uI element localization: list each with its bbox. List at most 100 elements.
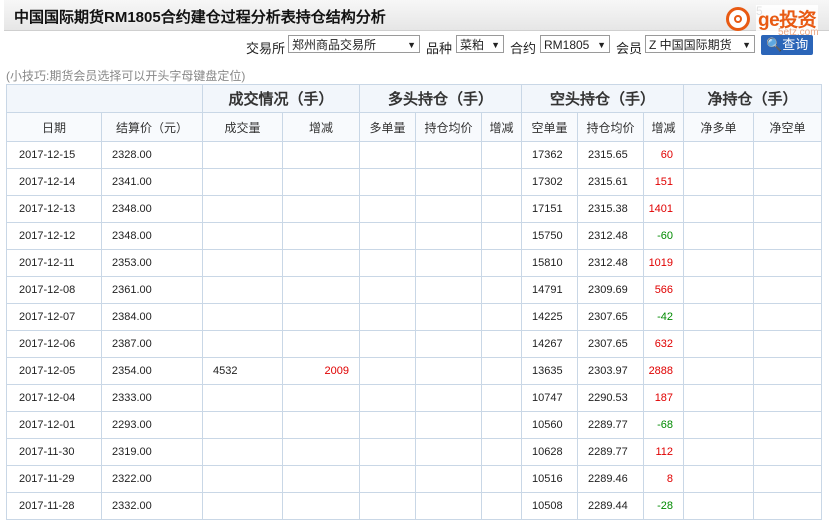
price-cell: 2361.00 [101, 276, 203, 304]
short-cell: 10516 [521, 465, 579, 493]
short-avg-cell: 2315.38 [577, 195, 645, 223]
short-avg-cell: 2290.53 [577, 384, 645, 412]
long-cell [359, 276, 417, 304]
tip-text: (小技巧:期货会员选择可以开头字母键盘定位) [6, 69, 246, 83]
volume-cell [202, 168, 283, 196]
net-short-cell [753, 303, 823, 331]
volume-change-cell [281, 465, 361, 493]
volume-change-cell [281, 276, 361, 304]
col-header-net-short: 净空单 [753, 112, 823, 142]
short-cell: 10508 [521, 492, 579, 520]
chevron-down-icon: ▼ [597, 40, 606, 50]
table-row: 2017-11-30 2319.00 10628 2289.77 112 [6, 438, 823, 466]
variety-select-value: 菜粕 [460, 38, 485, 52]
net-long-cell [683, 438, 755, 466]
net-long-cell [683, 222, 755, 250]
short-cell: 10628 [521, 438, 579, 466]
search-icon: 🔍 [766, 37, 783, 52]
long-change-cell [481, 492, 523, 520]
short-avg-cell: 2309.69 [577, 276, 645, 304]
short-change-cell: 566 [643, 276, 685, 304]
net-short-cell [753, 384, 823, 412]
volume-cell [202, 276, 283, 304]
contract-select[interactable]: RM1805 ▼ [540, 35, 610, 53]
long-cell [359, 168, 417, 196]
short-cell: 17151 [521, 195, 579, 223]
col-header-net-long: 净多单 [683, 112, 755, 142]
net-short-cell [753, 357, 823, 385]
volume-cell [202, 330, 283, 358]
price-cell: 2348.00 [101, 222, 203, 250]
volume-cell [202, 465, 283, 493]
date-cell: 2017-11-30 [6, 438, 102, 466]
site-logo[interactable]: ge投资 5etz.com [724, 4, 829, 38]
query-button[interactable]: 🔍查询 [761, 35, 813, 55]
price-cell: 2341.00 [101, 168, 203, 196]
long-cell [359, 357, 417, 385]
short-change-cell: 112 [643, 438, 685, 466]
short-change-cell: 2888 [643, 357, 685, 385]
group-header-short: 空头持仓（手） [521, 84, 685, 113]
table-row: 2017-11-29 2322.00 10516 2289.46 8 [6, 465, 823, 493]
exchange-select[interactable]: 郑州商品交易所 ▼ [288, 35, 420, 53]
short-change-cell: -68 [643, 411, 685, 439]
long-avg-cell [415, 249, 483, 277]
long-change-cell [481, 330, 523, 358]
long-cell [359, 465, 417, 493]
short-cell: 17362 [521, 141, 579, 169]
long-change-cell [481, 195, 523, 223]
table-row: 2017-11-28 2332.00 10508 2289.44 -28 [6, 492, 823, 520]
net-long-cell [683, 384, 755, 412]
date-cell: 2017-12-12 [6, 222, 102, 250]
short-cell: 15750 [521, 222, 579, 250]
long-avg-cell [415, 357, 483, 385]
date-cell: 2017-12-14 [6, 168, 102, 196]
volume-change-cell [281, 195, 361, 223]
date-cell: 2017-11-29 [6, 465, 102, 493]
volume-cell [202, 384, 283, 412]
net-short-cell [753, 276, 823, 304]
volume-cell [202, 303, 283, 331]
volume-change-cell [281, 438, 361, 466]
short-cell: 10560 [521, 411, 579, 439]
date-cell: 2017-12-08 [6, 276, 102, 304]
date-cell: 2017-12-05 [6, 357, 102, 385]
long-avg-cell [415, 411, 483, 439]
price-cell: 2333.00 [101, 384, 203, 412]
long-avg-cell [415, 330, 483, 358]
long-cell [359, 492, 417, 520]
table-row: 2017-12-05 2354.00 4532 2009 13635 2303.97 288… [6, 357, 823, 385]
volume-change-cell [281, 141, 361, 169]
chevron-down-icon: ▼ [491, 40, 500, 50]
short-avg-cell: 2312.48 [577, 249, 645, 277]
long-cell [359, 438, 417, 466]
short-avg-cell: 2289.77 [577, 438, 645, 466]
date-cell: 2017-11-28 [6, 492, 102, 520]
variety-select[interactable]: 菜粕 ▼ [456, 35, 504, 53]
date-cell: 2017-12-13 [6, 195, 102, 223]
long-cell [359, 195, 417, 223]
member-select[interactable]: Z 中国国际期货 ▼ [645, 35, 755, 53]
net-long-cell [683, 249, 755, 277]
table-row: 2017-12-08 2361.00 14791 2309.69 566 [6, 276, 823, 304]
short-avg-cell: 2307.65 [577, 330, 645, 358]
long-cell [359, 222, 417, 250]
short-avg-cell: 2312.48 [577, 222, 645, 250]
volume-cell [202, 195, 283, 223]
volume-cell [202, 222, 283, 250]
table-row: 2017-12-06 2387.00 14267 2307.65 632 [6, 330, 823, 358]
short-avg-cell: 2303.97 [577, 357, 645, 385]
long-change-cell [481, 465, 523, 493]
volume-cell [202, 492, 283, 520]
net-short-cell [753, 222, 823, 250]
long-change-cell [481, 357, 523, 385]
long-change-cell [481, 384, 523, 412]
chevron-down-icon: ▼ [742, 40, 751, 50]
long-avg-cell [415, 384, 483, 412]
short-cell: 14791 [521, 276, 579, 304]
date-cell: 2017-12-04 [6, 384, 102, 412]
col-header-long-change: 增减 [481, 112, 523, 142]
price-cell: 2384.00 [101, 303, 203, 331]
long-cell [359, 249, 417, 277]
short-cell: 15810 [521, 249, 579, 277]
